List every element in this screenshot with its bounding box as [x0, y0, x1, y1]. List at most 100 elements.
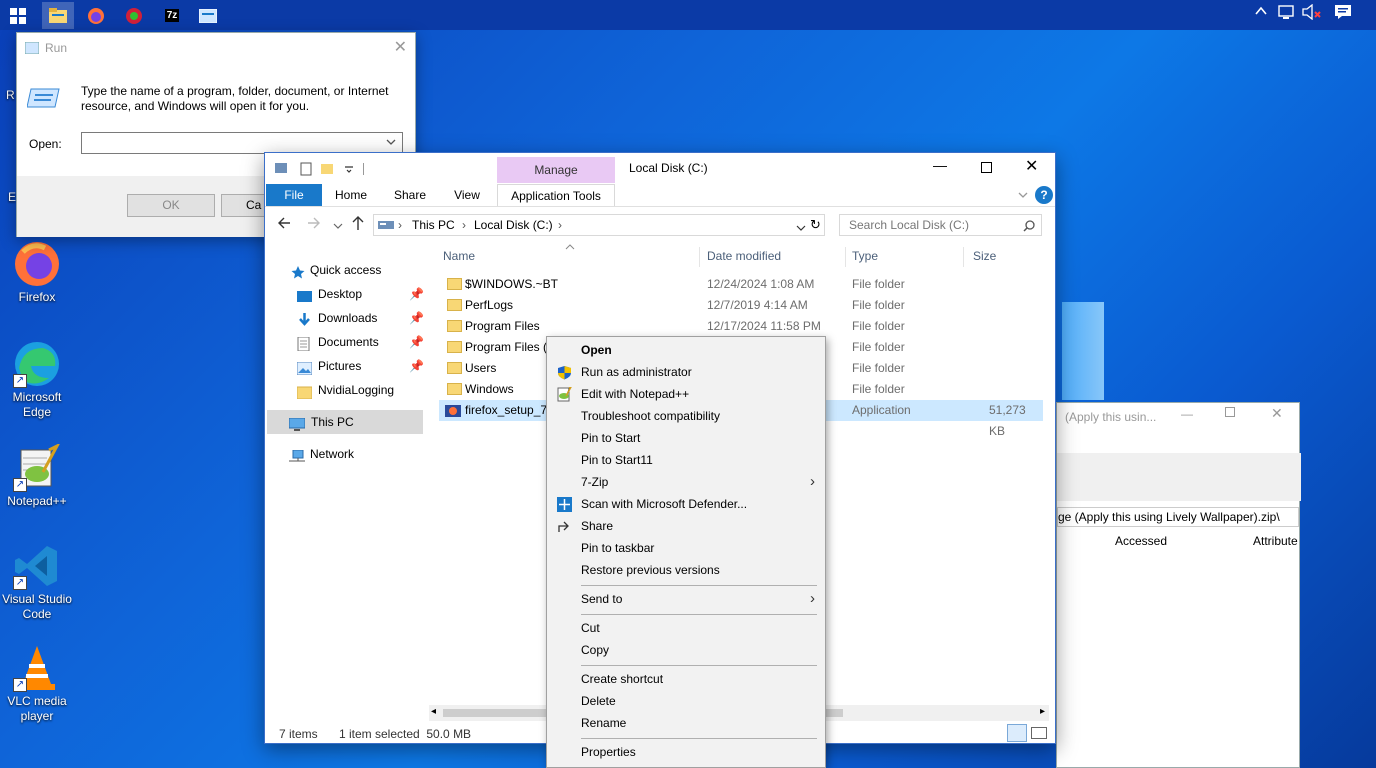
- menu-item-open[interactable]: Open: [547, 339, 825, 361]
- desktop-icon-vlc[interactable]: ↗ VLC media player: [1, 644, 73, 724]
- file-date: 12/7/2019 4:14 AM: [707, 298, 808, 312]
- breadcrumb-separator: ›: [558, 218, 562, 232]
- menu-item-restore-previous[interactable]: Restore previous versions: [547, 559, 825, 581]
- manage-context-tab[interactable]: Manage: [497, 157, 615, 183]
- close-icon[interactable]: ✕: [1025, 156, 1038, 176]
- menu-item-copy[interactable]: Copy: [547, 639, 825, 661]
- folder-icon: [447, 383, 462, 395]
- pin-icon[interactable]: 📌: [409, 306, 424, 330]
- menu-item-troubleshoot[interactable]: Troubleshoot compatibility: [547, 405, 825, 427]
- defender-icon: [557, 497, 572, 512]
- up-arrow-icon[interactable]: [351, 215, 365, 234]
- menu-item-rename[interactable]: Rename: [547, 712, 825, 734]
- close-icon[interactable]: ✕: [1271, 405, 1283, 422]
- nav-nvidialogging[interactable]: NvidiaLogging: [265, 378, 425, 402]
- chevron-up-icon[interactable]: [1254, 4, 1268, 21]
- menu-label: Share: [581, 519, 614, 533]
- search-input[interactable]: Search Local Disk (C:): [839, 214, 1042, 236]
- open-combobox[interactable]: [81, 132, 403, 154]
- menu-item-run-as-admin[interactable]: Run as administrator: [547, 361, 825, 383]
- maximize-icon[interactable]: [1225, 407, 1235, 417]
- menu-item-properties[interactable]: Properties: [547, 741, 825, 763]
- run-app-icon[interactable]: [192, 2, 224, 29]
- table-row[interactable]: PerfLogs 12/7/2019 4:14 AM File folder: [439, 295, 1043, 316]
- tab-home[interactable]: Home: [329, 184, 373, 206]
- nav-documents[interactable]: Documents 📌: [265, 330, 425, 354]
- volume-muted-icon[interactable]: [1302, 3, 1322, 23]
- maximize-icon[interactable]: [981, 162, 992, 173]
- submenu-arrow-icon: ›: [810, 590, 815, 607]
- menu-item-delete[interactable]: Delete: [547, 690, 825, 712]
- minimize-icon[interactable]: —: [933, 157, 947, 173]
- pin-icon[interactable]: 📌: [409, 282, 424, 306]
- minimize-icon[interactable]: —: [1181, 407, 1193, 421]
- firefox-icon[interactable]: [80, 2, 112, 29]
- scroll-left-icon[interactable]: ◂: [431, 706, 436, 717]
- column-header-date[interactable]: Date modified: [707, 245, 781, 267]
- start-icon[interactable]: [2, 2, 34, 29]
- file-explorer-icon[interactable]: [42, 2, 74, 29]
- tab-view[interactable]: View: [447, 184, 487, 206]
- large-icons-view-icon[interactable]: [1031, 727, 1047, 739]
- pin-icon[interactable]: 📌: [409, 330, 424, 354]
- breadcrumb-local-disk[interactable]: Local Disk (C:): [474, 218, 553, 232]
- rainbow-app-icon[interactable]: [118, 2, 150, 29]
- nav-pictures[interactable]: Pictures 📌: [265, 354, 425, 378]
- nav-this-pc[interactable]: This PC: [267, 410, 423, 434]
- menu-item-cut[interactable]: Cut: [547, 617, 825, 639]
- ok-button[interactable]: OK: [127, 194, 215, 217]
- column-header-name[interactable]: Name: [443, 245, 475, 267]
- tab-share[interactable]: Share: [389, 184, 431, 206]
- menu-label: Send to: [581, 592, 623, 606]
- 7zip-icon[interactable]: 7z: [156, 2, 188, 29]
- notifications-icon[interactable]: [1334, 4, 1352, 23]
- desktop-icon-notepadpp[interactable]: ↗ Notepad++: [1, 442, 73, 509]
- menu-item-edit-notepadpp[interactable]: Edit with Notepad++: [547, 383, 825, 405]
- desktop-icon-label: Visual Studio Code: [2, 592, 72, 621]
- menu-item-pin-to-start[interactable]: Pin to Start: [547, 427, 825, 449]
- forward-arrow-icon[interactable]: [307, 216, 321, 233]
- chevron-down-icon[interactable]: [796, 221, 806, 235]
- recent-locations-chevron-icon[interactable]: [333, 219, 343, 233]
- help-icon[interactable]: ?: [1035, 186, 1053, 204]
- desktop-icon-edge[interactable]: ↗ Microsoft Edge: [1, 340, 73, 420]
- nav-network[interactable]: Network: [265, 442, 425, 466]
- tab-application-tools[interactable]: Application Tools: [497, 184, 615, 206]
- nav-desktop[interactable]: Desktop 📌: [265, 282, 425, 306]
- tab-file[interactable]: File: [266, 184, 322, 206]
- chevron-down-icon[interactable]: [386, 136, 396, 150]
- menu-label: Scan with Microsoft Defender...: [581, 497, 748, 511]
- column-header-accessed[interactable]: Accessed: [1115, 534, 1167, 548]
- back-arrow-icon[interactable]: [277, 216, 291, 233]
- chevron-down-icon[interactable]: [1017, 189, 1029, 203]
- menu-item-scan-defender[interactable]: Scan with Microsoft Defender...: [547, 493, 825, 515]
- wallpaper-logo-fragment: [1062, 302, 1104, 400]
- desktop-icon-firefox[interactable]: Firefox: [1, 240, 73, 305]
- menu-item-pin-to-taskbar[interactable]: Pin to taskbar: [547, 537, 825, 559]
- background-window-title: (Apply this usin...: [1065, 410, 1157, 424]
- menu-item-pin-to-start11[interactable]: Pin to Start11: [547, 449, 825, 471]
- menu-item-create-shortcut[interactable]: Create shortcut: [547, 668, 825, 690]
- address-bar[interactable]: › This PC › Local Disk (C:) › ↻: [373, 214, 825, 236]
- table-row[interactable]: $WINDOWS.~BT 12/24/2024 1:08 AM File fol…: [439, 274, 1043, 295]
- menu-item-send-to[interactable]: Send to ›: [547, 588, 825, 610]
- scroll-right-icon[interactable]: ▸: [1040, 706, 1045, 717]
- table-row[interactable]: Program Files 12/17/2024 11:58 PM File f…: [439, 316, 1043, 337]
- column-header-size[interactable]: Size: [973, 245, 996, 267]
- nav-quick-access[interactable]: Quick access: [265, 258, 425, 282]
- menu-item-share[interactable]: Share: [547, 515, 825, 537]
- menu-item-7zip[interactable]: 7-Zip ›: [547, 471, 825, 493]
- details-view-icon[interactable]: [1007, 724, 1027, 742]
- breadcrumb-this-pc[interactable]: This PC: [412, 218, 455, 232]
- refresh-icon[interactable]: ↻: [810, 217, 821, 233]
- nav-downloads[interactable]: Downloads 📌: [265, 306, 425, 330]
- close-icon[interactable]: ✕: [394, 37, 407, 57]
- background-window-path[interactable]: ge (Apply this using Lively Wallpaper).z…: [1057, 507, 1299, 527]
- share-icon: [557, 519, 572, 534]
- pin-icon[interactable]: 📌: [409, 354, 424, 378]
- network-icon[interactable]: [1278, 4, 1296, 23]
- path-text: ge (Apply this using Lively Wallpaper).z…: [1058, 510, 1280, 524]
- column-header-attributes[interactable]: Attribute: [1253, 534, 1298, 548]
- desktop-icon-vscode[interactable]: ↗ Visual Studio Code: [1, 542, 73, 622]
- column-header-type[interactable]: Type: [852, 245, 878, 267]
